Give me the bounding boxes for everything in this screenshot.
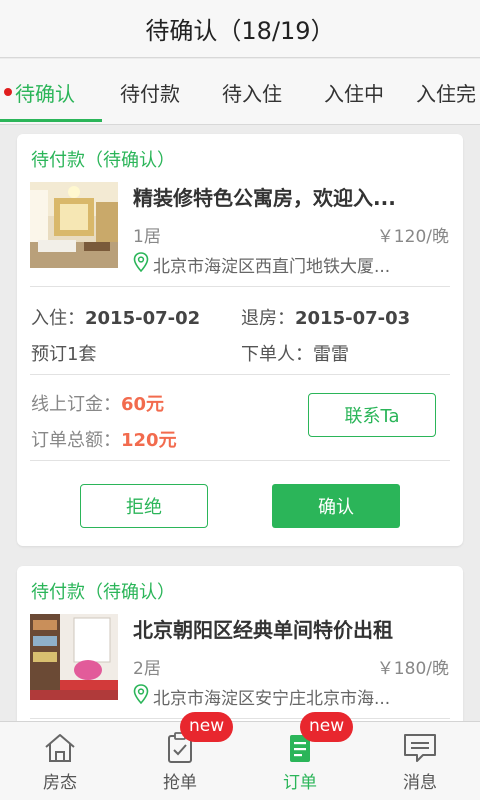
bottom-nav: 房态 new 抢单 new 订单 消息 (0, 712, 480, 800)
tab-pending-payment[interactable]: 待付款 (120, 59, 180, 124)
divider (30, 374, 450, 375)
nav-item-messages[interactable]: 消息 (360, 722, 480, 800)
address-text: 北京市海淀区安宁庄北京市海... (153, 689, 391, 709)
nav-label: 消息 (403, 773, 437, 793)
deposit: 线上订金：60元 (31, 390, 164, 416)
listing-rooms: 1居 (133, 227, 161, 247)
order-card[interactable]: 待付款（待确认） 精装修特色公寓房，欢迎入... 1居 ￥120/晚 北京市海淀… (17, 134, 463, 546)
location-pin-icon (133, 252, 149, 277)
order-status: 待付款（待确认） (31, 150, 175, 171)
orderer: 下单人：雷雷 (241, 340, 349, 366)
tab-label: 待付款 (120, 81, 180, 106)
nav-label: 订单 (283, 773, 317, 793)
tab-label: 入住完 (416, 81, 476, 106)
tab-label: 待确认 (15, 81, 75, 106)
nav-item-room-status[interactable]: 房态 (0, 722, 120, 800)
order-list: 待付款（待确认） 精装修特色公寓房，欢迎入... 1居 ￥120/晚 北京市海淀… (0, 125, 480, 721)
checkout-value: 2015-07-03 (295, 308, 411, 329)
nav-item-grab-order[interactable]: new 抢单 (120, 712, 240, 800)
booking-text: 预订1套 (31, 344, 97, 365)
divider (30, 718, 450, 719)
listing-price: ￥120/晚 (376, 227, 449, 247)
message-icon (403, 732, 437, 764)
status-tabs: 待确认 待付款 待入住 入住中 入住完 (0, 59, 480, 125)
top-bar: 待确认（18/19） (0, 0, 480, 58)
tab-pending-checkin[interactable]: 待入住 (222, 59, 282, 124)
deposit-value: 60元 (121, 394, 165, 415)
nav-item-orders[interactable]: new 订单 (240, 712, 360, 800)
tab-checked-in[interactable]: 入住中 (324, 59, 384, 124)
contact-button[interactable]: 联系Ta (308, 393, 436, 437)
address-text: 北京市海淀区西直门地铁大厦... (153, 257, 391, 277)
listing-address: 北京市海淀区西直门地铁大厦... (133, 252, 390, 277)
tab-label: 待入住 (222, 81, 282, 106)
reject-button[interactable]: 拒绝 (80, 484, 208, 528)
tab-label: 入住中 (324, 81, 384, 106)
tab-pending-confirm[interactable]: 待确认 (4, 59, 75, 124)
checkout-label: 退房： (241, 308, 295, 329)
nav-label: 抢单 (163, 773, 197, 793)
checkin-value: 2015-07-02 (85, 308, 201, 329)
tab-checked-out[interactable]: 入住完 (416, 59, 476, 124)
checkin-label: 入住： (31, 308, 85, 329)
active-tab-indicator (0, 119, 102, 122)
new-badge: new (180, 712, 234, 742)
nav-label: 房态 (43, 773, 77, 793)
deposit-label: 线上订金： (31, 394, 121, 415)
unread-dot (4, 88, 12, 96)
page-title: 待确认（18/19） (145, 17, 335, 45)
order-status: 待付款（待确认） (31, 582, 175, 603)
checkout-date: 退房：2015-07-03 (241, 304, 410, 330)
listing-rooms: 2居 (133, 659, 161, 679)
listing-photo[interactable] (30, 182, 118, 268)
orderer-label: 下单人： (241, 344, 313, 365)
total-value: 120元 (121, 430, 177, 451)
listing-photo[interactable] (30, 614, 118, 700)
confirm-button[interactable]: 确认 (272, 484, 400, 528)
house-icon (43, 732, 77, 764)
listing-price: ￥180/晚 (376, 659, 449, 679)
new-badge: new (300, 712, 354, 742)
listing-title[interactable]: 精装修特色公寓房，欢迎入... (133, 182, 451, 211)
divider (30, 460, 450, 461)
orderer-value: 雷雷 (313, 344, 349, 365)
listing-title[interactable]: 北京朝阳区经典单间特价出租 (133, 614, 451, 643)
location-pin-icon (133, 684, 149, 709)
divider (30, 286, 450, 287)
order-total: 订单总额：120元 (31, 426, 177, 452)
order-card[interactable]: 待付款（待确认） 北京朝阳区经典单间特价出租 2居 ￥180/晚 北京市海淀区安… (17, 566, 463, 721)
total-label: 订单总额： (31, 430, 121, 451)
listing-address: 北京市海淀区安宁庄北京市海... (133, 684, 390, 709)
booking-count: 预订1套 (31, 340, 96, 366)
checkin-date: 入住：2015-07-02 (31, 304, 200, 330)
